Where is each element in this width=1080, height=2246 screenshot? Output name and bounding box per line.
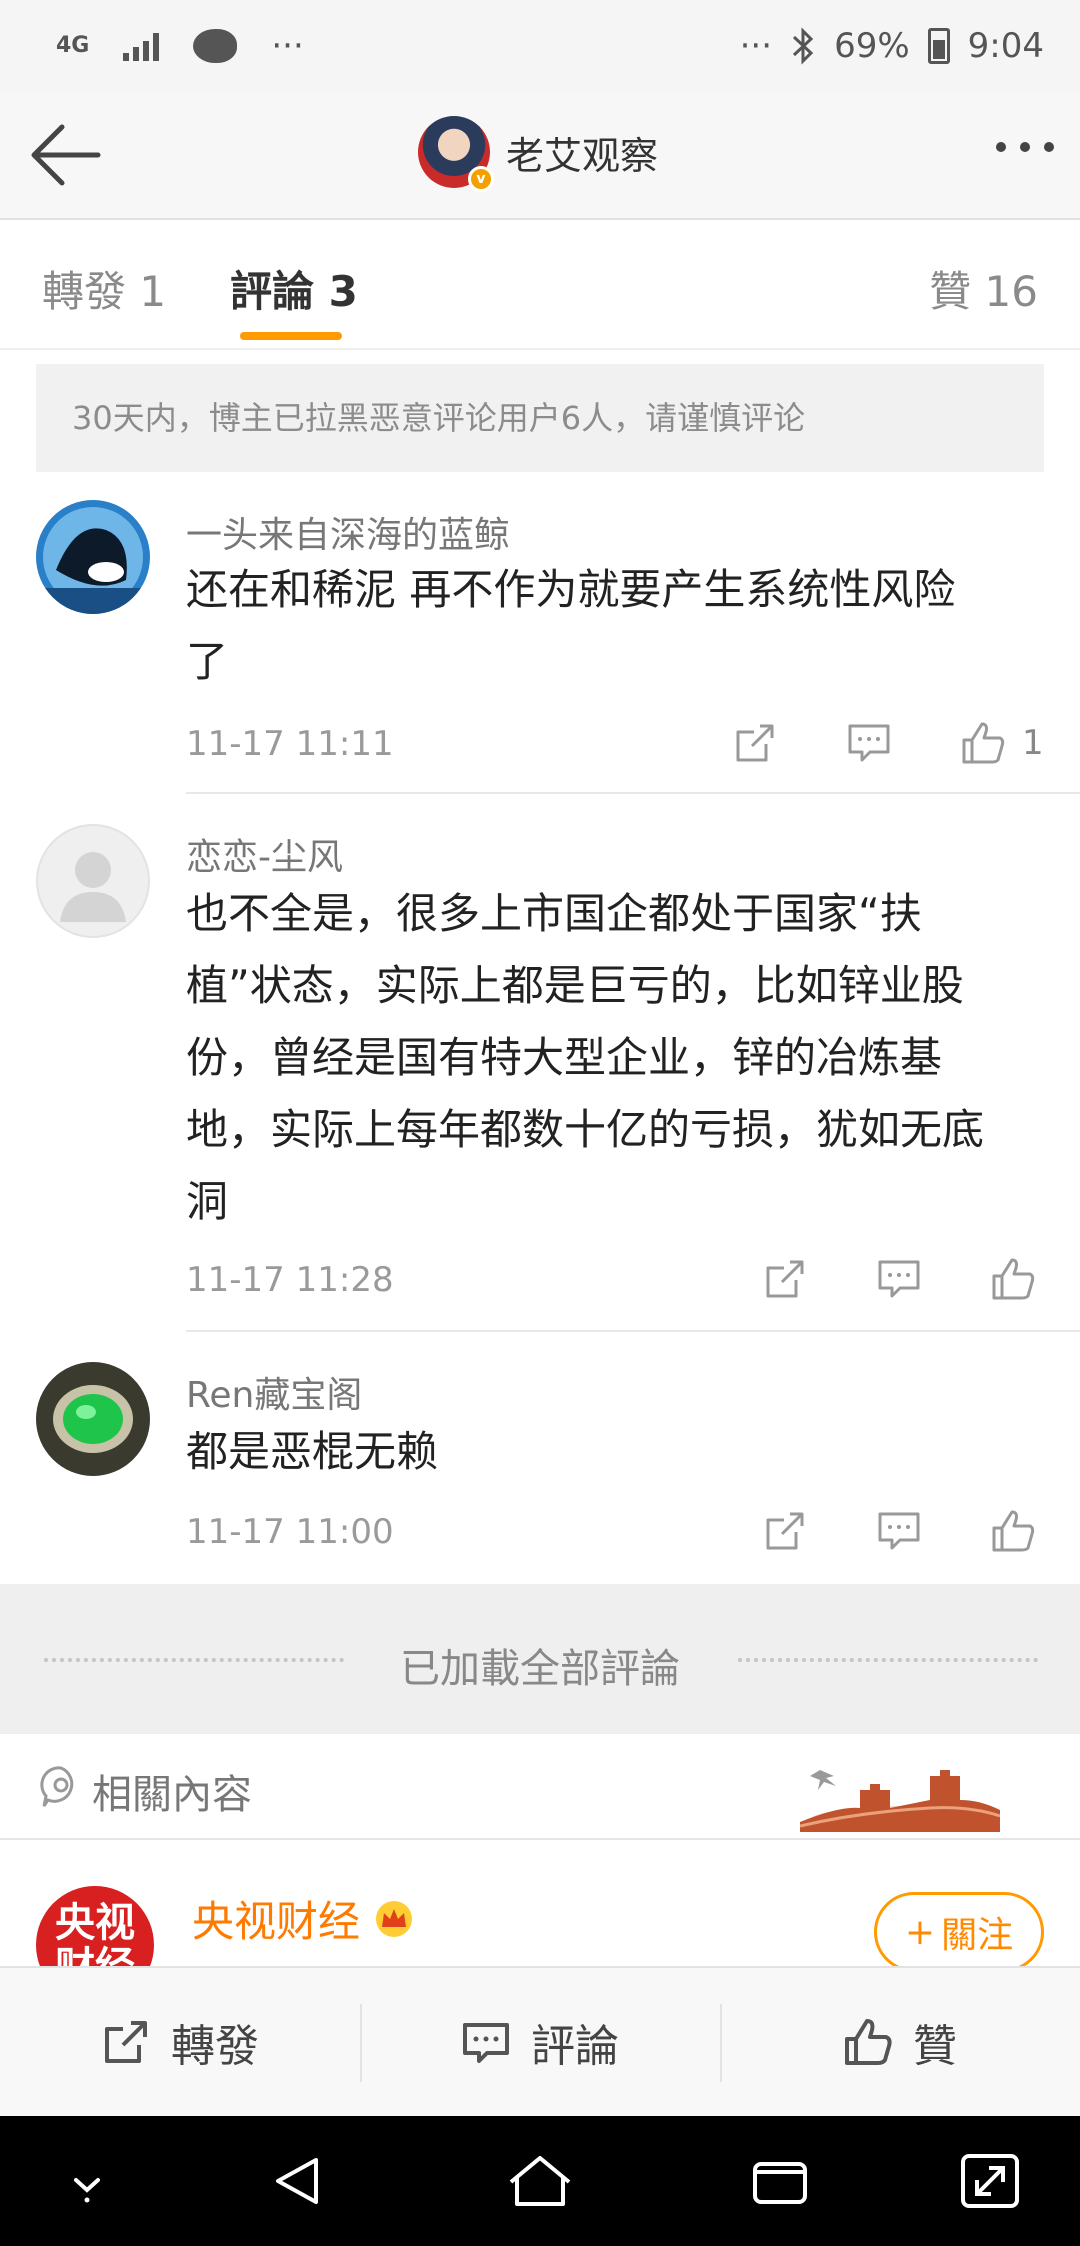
share-icon[interactable] [760,1506,810,1556]
tab-repost[interactable]: 轉發 1 [42,258,166,319]
comment-line: 植”状态，实际上都是巨亏的，比如锌业股 [186,961,964,1010]
comment-line: 地，实际上每年都数十亿的亏损，犹如无底 [186,1105,985,1154]
hide-keyboard-icon[interactable] [52,2146,122,2216]
commenter-avatar[interactable] [36,500,150,614]
bluetooth-icon [793,27,814,65]
like-icon [845,2019,892,2065]
commenter-avatar[interactable] [36,824,150,938]
comment-time: 11-17 11:28 [186,1260,394,1300]
comment-line: 了 [186,637,229,686]
author-header[interactable]: v 老艾观察 [418,116,658,192]
recommended-name-text: 央视财经 [192,1897,361,1946]
recommended-avatar[interactable]: 央视 财经 [36,1886,154,1972]
status-overflow-right: ··· [739,26,773,66]
tab-comments[interactable]: 評論 3 [230,258,358,319]
like-count: 1 [1022,723,1044,763]
commenter-name[interactable]: 一头来自深海的蓝鲸 [186,506,510,558]
comment-time: 11-17 11:11 [186,724,394,764]
comment-text: 还在和稀泥 再不作为就要产生系统性风险 了 [186,554,1046,698]
comment-icon [463,2023,509,2063]
comment-text: 也不全是，很多上市国企都处于国家“扶 植”状态，实际上都是巨亏的，比如锌业股 份… [186,878,1046,1238]
follow-label: 關注 [941,1915,1014,1956]
comment-time: 11-17 11:00 [186,1512,394,1552]
plus-icon: + [904,1911,936,1953]
bottom-action-bar: 轉發 評論 贊 [0,1966,1080,2116]
back-button[interactable] [26,120,106,190]
related-content-label: 相關內容 [92,1772,252,1818]
share-icon[interactable] [730,718,780,768]
page-title[interactable]: 老艾观察 [506,125,658,180]
home-nav-icon[interactable] [505,2146,575,2216]
follow-button[interactable]: + 關注 [874,1892,1044,1972]
comment-label: 評論 [531,2021,619,2072]
comment-divider [186,1330,1080,1332]
recommended-account: 央视 财经 央视财经 + 關注 [0,1842,1080,1972]
related-content-icon [40,1766,74,1807]
author-avatar[interactable]: v [418,116,494,192]
like-icon[interactable] [988,1506,1038,1556]
status-bar: 4G ··· ··· 69% 9:04 [0,0,1080,92]
comment-actions [760,1506,1038,1556]
commenter-name[interactable]: 恋恋-尘风 [186,828,343,880]
comment-line: 都是恶棍无赖 [186,1427,439,1476]
dotted-divider [738,1658,1038,1662]
signal-icon [123,31,160,61]
recents-nav-icon[interactable] [745,2146,815,2216]
battery-percent: 69% [834,26,910,66]
comment-divider [186,792,1080,794]
tab-likes[interactable]: 贊 16 [929,258,1038,319]
commenter-name[interactable]: Ren藏宝阁 [186,1366,362,1418]
reply-icon[interactable] [874,1506,924,1556]
commenter-avatar[interactable] [36,1362,150,1476]
more-dot [1044,142,1054,152]
system-nav-bar [0,2116,1080,2246]
more-options-button[interactable] [996,142,1054,152]
comment-actions [760,1254,1038,1304]
active-tab-indicator [240,332,342,340]
comment-button[interactable]: 評論 [360,1968,720,2116]
like-control[interactable]: 1 [958,718,1044,768]
more-dot [1020,142,1030,152]
related-content-header[interactable]: 相關內容 [0,1734,1080,1840]
comment-line: 洞 [186,1177,229,1226]
comment-text: 都是恶棍无赖 [186,1416,1046,1488]
comment-notice: 30天内，博主已拉黑恶意评论用户6人，请谨慎评论 [36,364,1044,472]
top-header: v 老艾观察 [0,92,1080,220]
back-nav-icon[interactable] [264,2146,334,2216]
like-icon[interactable] [958,718,1008,768]
comment-line: 也不全是，很多上市国企都处于国家“扶 [186,889,922,938]
loaded-all-label: 已加載全部評論 [400,1646,680,1692]
avatar-text: 央视 [55,1900,135,1946]
more-dot [996,142,1006,152]
battery-icon [927,28,950,64]
like-label: 贊 [913,2021,957,2072]
back-arrow-icon [31,124,101,186]
expand-screen-icon[interactable] [955,2146,1025,2216]
reply-icon[interactable] [844,718,894,768]
share-icon[interactable] [760,1254,810,1304]
recommended-name[interactable]: 央视财经 [192,1888,416,1949]
repost-icon [105,2021,147,2063]
status-overflow-left: ··· [271,26,304,66]
all-comments-loaded: 已加載全部評論 [0,1584,1080,1734]
great-wall-illustration [800,1750,1000,1832]
repost-button[interactable]: 轉發 [0,1968,360,2116]
detail-tabs: 轉發 1 評論 3 贊 16 [0,220,1080,350]
comment-line: 还在和稀泥 再不作为就要产生系统性风险 [186,565,956,614]
like-button[interactable]: 贊 [720,1968,1080,2116]
app-notification-icon [193,29,238,63]
repost-label: 轉發 [171,2021,259,2072]
like-icon[interactable] [988,1254,1038,1304]
network-indicator: 4G [56,33,90,58]
reply-icon[interactable] [874,1254,924,1304]
status-time: 9:04 [967,26,1044,66]
comment-actions: 1 [730,718,1044,768]
crown-icon [376,1900,413,1937]
verified-badge-icon: v [468,166,494,192]
comment-line: 份，曾经是国有特大型企业，锌的冶炼基 [186,1033,943,1082]
